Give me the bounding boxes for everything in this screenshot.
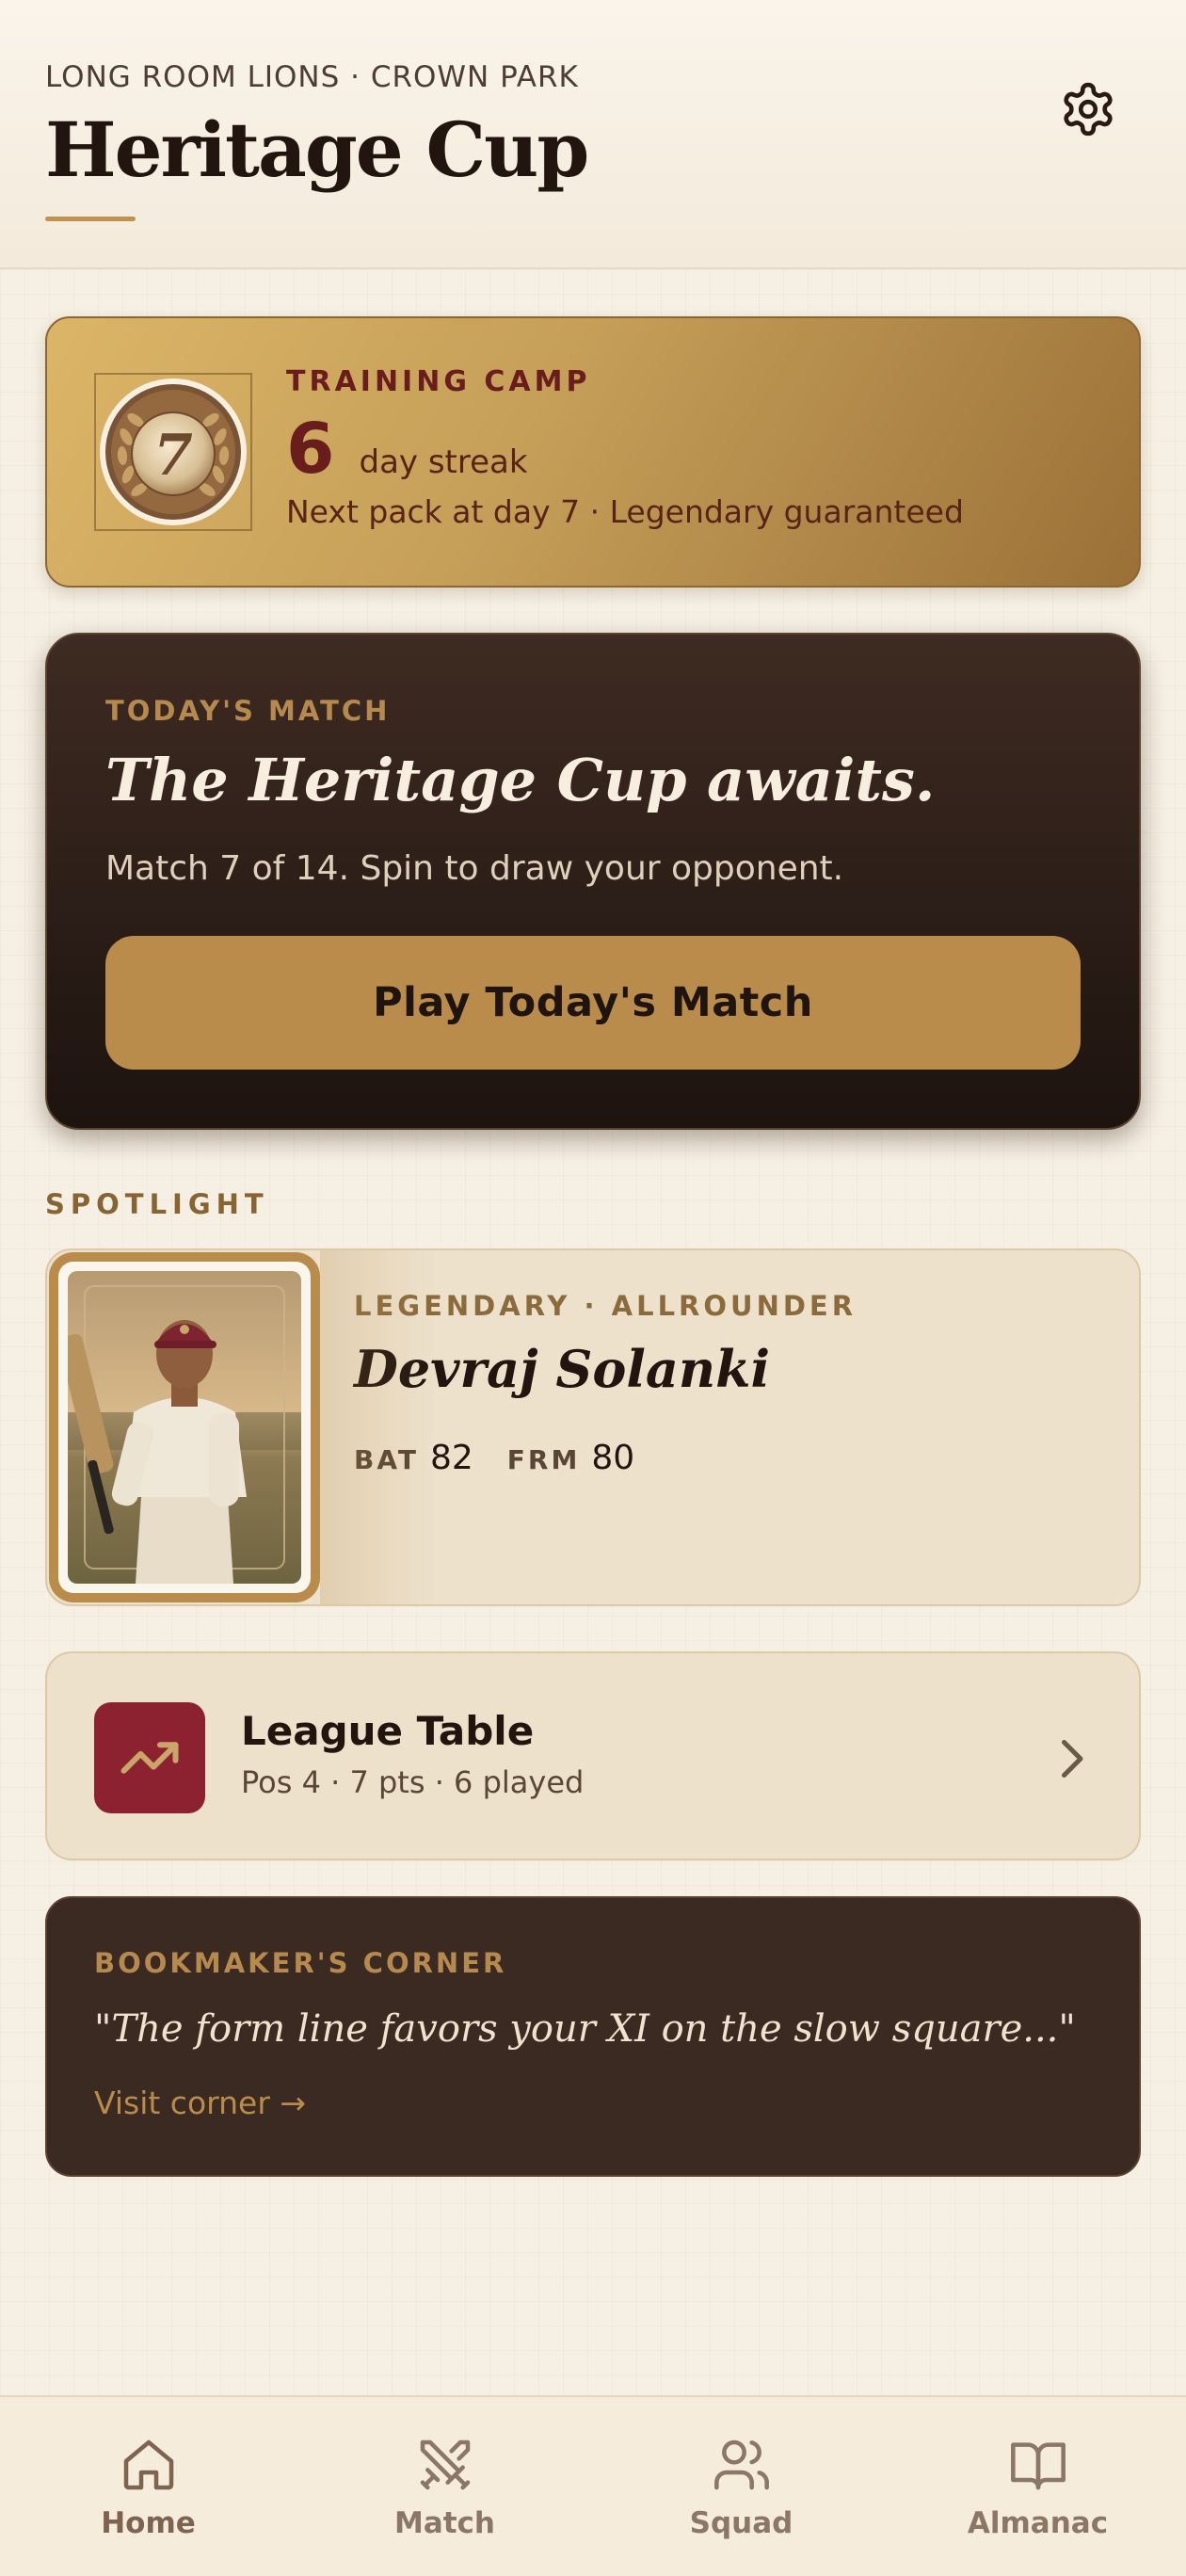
crossed-bats-icon [420, 2439, 470, 2490]
training-camp-card[interactable]: 7 TRAINING CAMP 6 day streak Next pack a… [45, 316, 1141, 588]
player-photo [68, 1271, 301, 1584]
chevron-right-icon [1062, 1740, 1083, 1778]
nav-home[interactable]: Home [0, 2397, 296, 2576]
stat-label-frm: FRM [506, 1444, 581, 1475]
users-icon [713, 2439, 769, 2490]
medal-number: 7 [153, 423, 193, 489]
stat-value-bat: 82 [429, 1439, 473, 1477]
league-table-title: League Table [241, 1708, 535, 1754]
match-subtitle: Match 7 of 14. Spin to draw your opponen… [105, 849, 844, 888]
spotlight-player-card[interactable]: LEGENDARY · ALLROUNDER Devraj Solanki BA… [45, 1248, 1141, 1606]
spotlight-heading: SPOTLIGHT [45, 1188, 269, 1220]
title-underline [45, 217, 136, 221]
todays-match-label: TODAY'S MATCH [105, 695, 391, 727]
nav-label-home: Home [101, 2506, 196, 2540]
bottom-navigation: Home Match Squad Almanac [0, 2395, 1186, 2576]
nav-match[interactable]: Match [296, 2397, 593, 2576]
nav-label-squad: Squad [689, 2506, 793, 2540]
visit-corner-link[interactable]: Visit corner → [94, 2085, 306, 2121]
bookmaker-quote: "The form line favors your XI on the slo… [94, 2007, 1076, 2051]
streak-display: 6 day streak [286, 409, 528, 490]
bookmakers-corner-card: BOOKMAKER'S CORNER "The form line favors… [45, 1896, 1141, 2177]
trending-up-icon [120, 1742, 179, 1774]
nav-label-match: Match [393, 2506, 496, 2540]
next-pack-text: Next pack at day 7 · Legendary guarantee… [286, 493, 964, 530]
streak-unit: day streak [359, 443, 528, 481]
app-header: LONG ROOM LIONS · CROWN PARK Heritage Cu… [0, 0, 1186, 269]
play-match-button[interactable]: Play Today's Match [105, 936, 1081, 1070]
medal-frame: 7 [94, 373, 252, 531]
nav-label-almanac: Almanac [967, 2506, 1109, 2540]
league-icon-tile [94, 1702, 205, 1813]
league-table-summary: Pos 4 · 7 pts · 6 played [241, 1764, 585, 1800]
page-title: Heritage Cup [45, 105, 589, 194]
player-name: Devraj Solanki [354, 1339, 771, 1399]
laurel-medal-icon: 7 [100, 378, 247, 525]
player-stats: BAT 82 FRM 80 [354, 1439, 668, 1477]
training-camp-label: TRAINING CAMP [286, 365, 591, 398]
player-rarity-role: LEGENDARY · ALLROUNDER [354, 1290, 857, 1322]
book-icon [1010, 2442, 1066, 2490]
player-card-frame [49, 1252, 320, 1602]
gear-icon [1064, 82, 1113, 137]
match-title: The Heritage Cup awaits. [105, 746, 936, 814]
stat-label-bat: BAT [354, 1444, 419, 1475]
club-subtitle: LONG ROOM LIONS · CROWN PARK [45, 60, 579, 94]
bookmakers-corner-label: BOOKMAKER'S CORNER [94, 1947, 507, 1979]
stat-value-frm: 80 [591, 1439, 635, 1477]
streak-count: 6 [286, 409, 335, 490]
nav-squad[interactable]: Squad [593, 2397, 890, 2576]
settings-button[interactable] [1054, 75, 1122, 143]
home-icon [123, 2439, 173, 2490]
league-table-card[interactable]: League Table Pos 4 · 7 pts · 6 played [45, 1651, 1141, 1860]
nav-almanac[interactable]: Almanac [890, 2397, 1186, 2576]
todays-match-card: TODAY'S MATCH The Heritage Cup awaits. M… [45, 633, 1141, 1130]
